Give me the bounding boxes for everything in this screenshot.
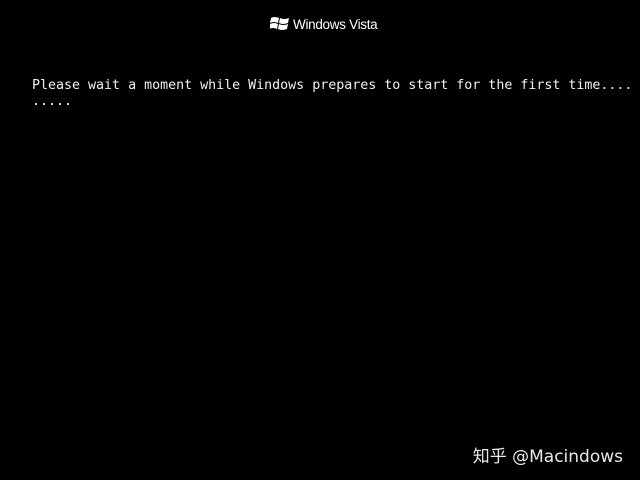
boot-message-block: Please wait a moment while Windows prepa…	[32, 78, 632, 110]
logo-text: Windows Vista	[293, 16, 378, 32]
windows-vista-logo: Windows Vista	[270, 15, 378, 33]
windows-flag-icon	[270, 17, 289, 30]
boot-message: Please wait a moment while Windows prepa…	[32, 78, 633, 93]
progress-dots: .....	[32, 94, 73, 109]
watermark: 知乎 @Macindows	[472, 447, 623, 467]
